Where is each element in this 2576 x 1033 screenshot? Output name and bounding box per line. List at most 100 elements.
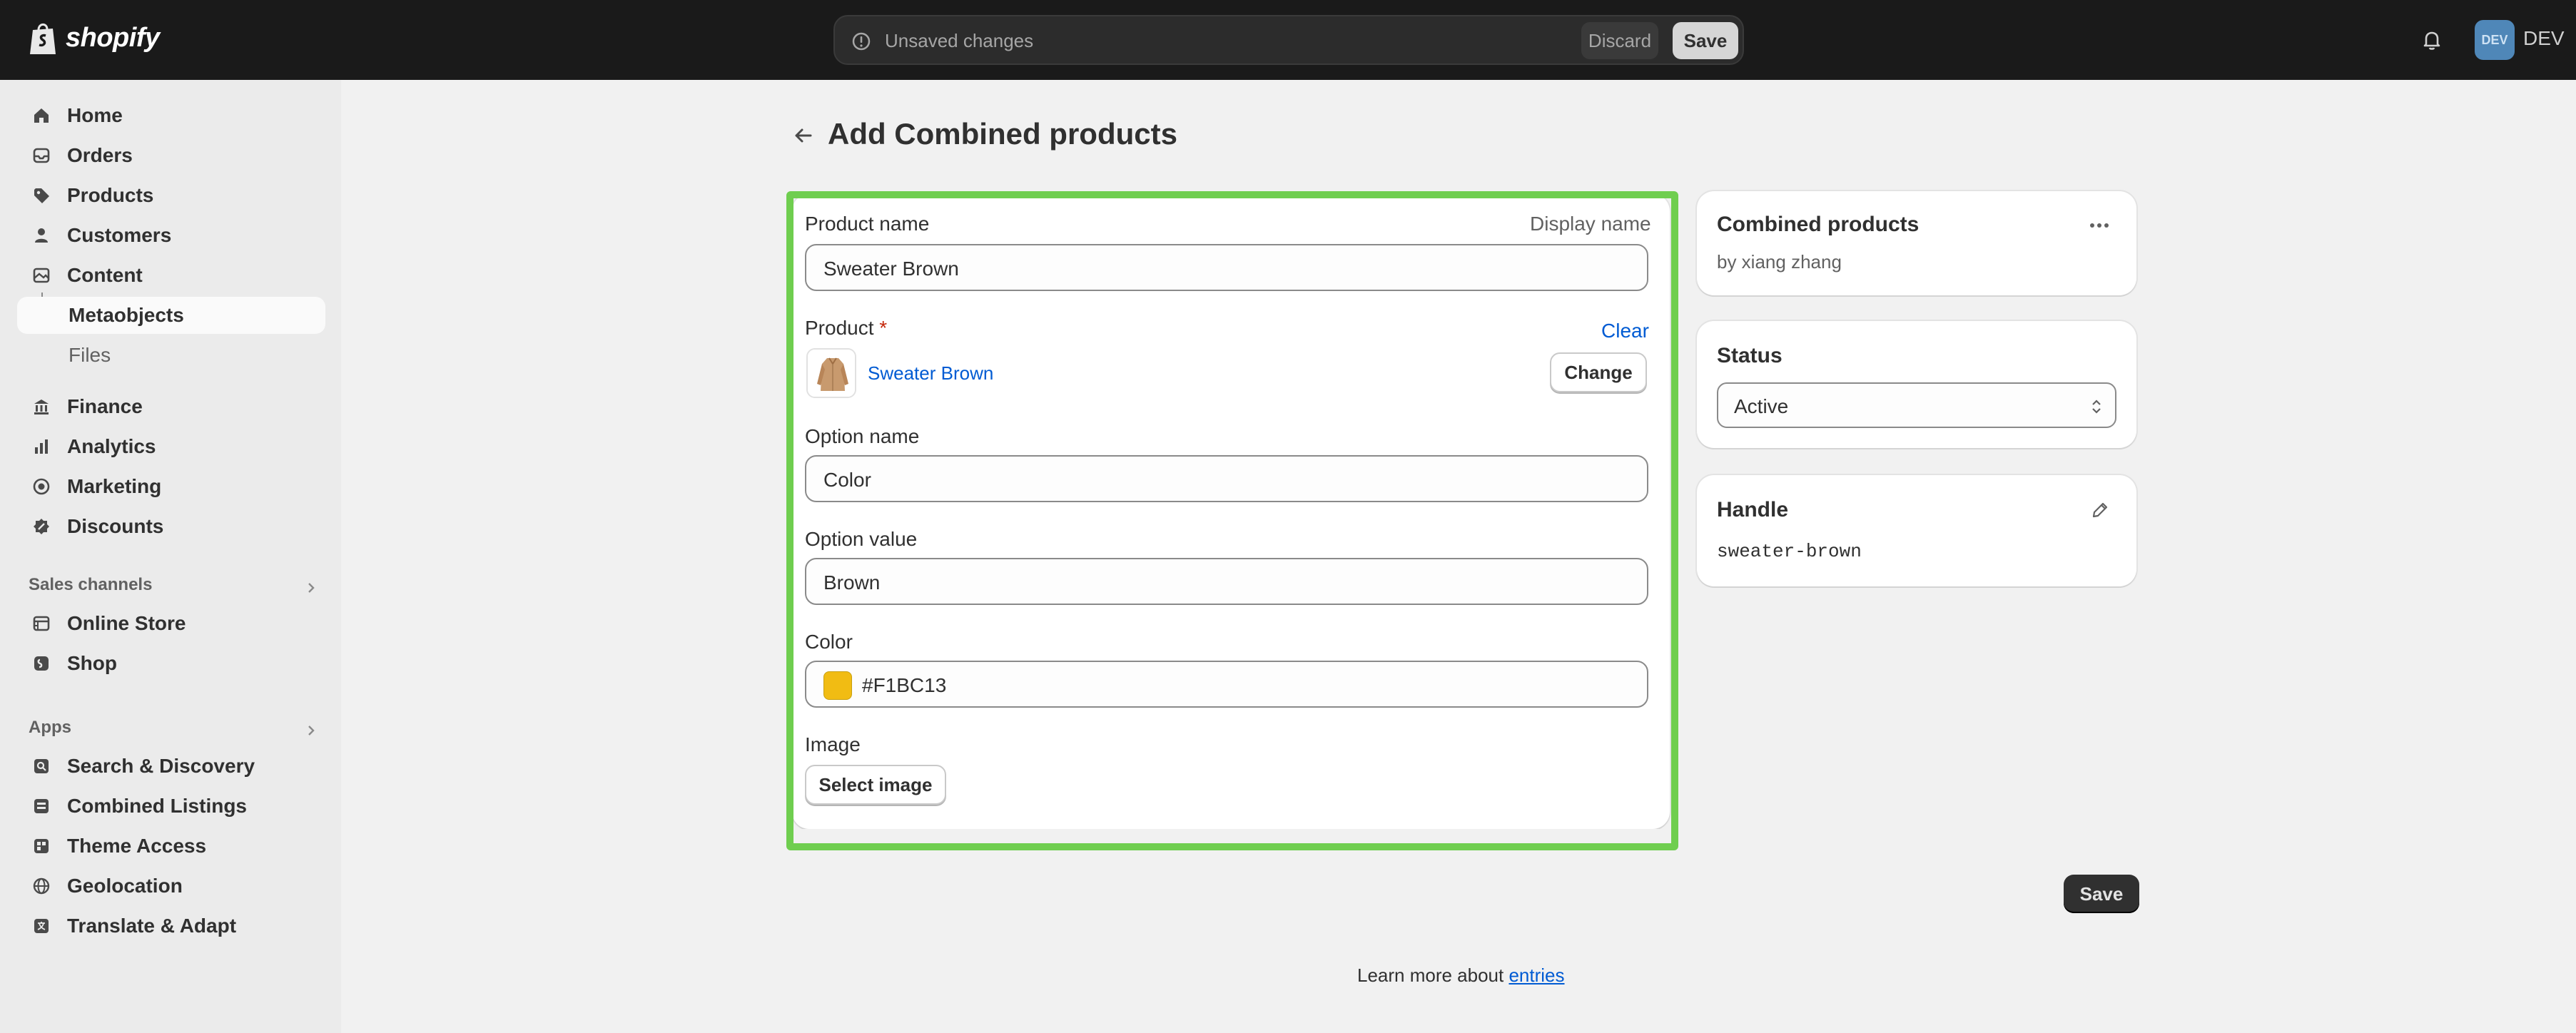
chart-icon [29, 434, 54, 459]
target-icon [29, 474, 54, 499]
more-horizontal-icon[interactable] [2086, 217, 2112, 234]
sidebar-item-marketing[interactable]: Marketing [17, 468, 325, 505]
sidebar-item-orders[interactable]: Orders [17, 137, 325, 174]
sidebar-item-discounts[interactable]: Discounts [17, 508, 325, 545]
handle-card [1697, 475, 2136, 586]
sidebar-item-label: Marketing [67, 475, 162, 497]
sidebar-item-content[interactable]: Content [17, 257, 325, 294]
sidebar-item-label: Content [67, 264, 143, 286]
discount-icon [29, 514, 54, 539]
edit-pencil-icon[interactable] [2089, 499, 2111, 521]
bell-icon[interactable] [2419, 27, 2445, 53]
save-entry-button[interactable]: Save [2064, 875, 2139, 913]
sidebar-item-label: Theme Access [67, 835, 207, 857]
select-chevron-icon [2092, 400, 2101, 414]
image-icon [29, 263, 54, 288]
app-theme-icon [29, 833, 54, 859]
top-bar: shopify Unsaved changes Discard Save DEV… [0, 0, 2576, 80]
store-name[interactable]: DEV [2523, 27, 2565, 50]
shopify-bag-icon [30, 23, 56, 54]
image-label: Image [805, 733, 861, 755]
sidebar-item-analytics[interactable]: Analytics [17, 428, 325, 465]
definition-card [1697, 191, 2136, 295]
app-search-icon [29, 753, 54, 779]
sidebar-item-home[interactable]: Home [17, 97, 325, 134]
learn-more-text: Learn more about entries [1357, 965, 1565, 987]
product-label: Product * [805, 317, 887, 340]
option-name-label: Option name [805, 425, 920, 447]
discard-button[interactable]: Discard [1581, 22, 1658, 59]
sidebar-item-label: Metaobjects [69, 304, 184, 326]
shop-icon [29, 651, 54, 676]
option-value-value: Brown [823, 571, 881, 594]
bank-icon [29, 394, 54, 419]
status-select[interactable]: Active [1717, 382, 2116, 428]
status-value: Active [1734, 395, 1789, 417]
unsaved-changes-text: Unsaved changes [885, 30, 1034, 51]
chevron-right-icon[interactable] [303, 579, 320, 596]
option-value-label: Option value [805, 528, 918, 550]
option-name-value: Color [823, 469, 871, 491]
sidebar-item-label: Finance [67, 395, 143, 417]
option-name-input[interactable]: Color [805, 455, 1648, 502]
change-product-button[interactable]: Change [1550, 352, 1647, 392]
avatar[interactable]: DEV [2475, 20, 2515, 60]
sidebar-item-theme-access[interactable]: Theme Access [17, 828, 325, 865]
select-image-button[interactable]: Select image [805, 765, 946, 805]
sidebar-item-label: Orders [67, 144, 133, 166]
product-name-value: Sweater Brown [823, 258, 959, 280]
sidebar-item-label: Files [69, 344, 111, 366]
sidebar-item-label: Products [67, 184, 154, 206]
color-input[interactable]: #F1BC13 [805, 661, 1648, 708]
sidebar-item-label: Analytics [67, 435, 156, 457]
color-value: #F1BC13 [862, 674, 947, 696]
sidebar-item-combined-listings[interactable]: Combined Listings [17, 788, 325, 825]
sidebar-item-shop[interactable]: Shop [17, 645, 325, 682]
sidebar-item-online-store[interactable]: Online Store [17, 605, 325, 642]
product-name-input[interactable]: Sweater Brown [805, 244, 1648, 291]
product-link[interactable]: Sweater Brown [868, 362, 993, 385]
back-arrow-icon[interactable] [789, 121, 818, 150]
product-label-text: Product [805, 317, 874, 339]
option-value-input[interactable]: Brown [805, 558, 1648, 605]
sidebar-item-products[interactable]: Products [17, 177, 325, 214]
sidebar-item-files[interactable]: Files [17, 337, 325, 374]
chevron-right-icon[interactable] [303, 722, 320, 739]
required-mark: * [879, 317, 888, 339]
person-icon [29, 223, 54, 248]
color-swatch[interactable] [823, 671, 852, 700]
definition-title: Combined products [1717, 213, 1920, 236]
product-thumbnail[interactable] [806, 348, 856, 398]
sales-channels-heading: Sales channels [29, 575, 153, 594]
apps-heading: Apps [29, 718, 71, 737]
sidebar-item-metaobjects[interactable]: Metaobjects [17, 297, 325, 334]
definition-author: by xiang zhang [1717, 251, 1842, 273]
product-name-label: Product name [805, 213, 930, 235]
sidebar-item-label: Customers [67, 224, 172, 246]
save-button[interactable]: Save [1673, 22, 1738, 59]
shopify-wordmark: shopify [66, 22, 160, 53]
home-icon [29, 103, 54, 128]
sidebar-item-search-discovery[interactable]: Search & Discovery [17, 748, 325, 785]
shopify-logo[interactable]: shopify [27, 20, 160, 56]
sidebar-item-finance[interactable]: Finance [17, 388, 325, 425]
sidebar-item-label: Shop [67, 652, 117, 674]
tag-icon [29, 183, 54, 208]
store-icon [29, 611, 54, 636]
sidebar-item-label: Online Store [67, 612, 186, 634]
sidebar-item-customers[interactable]: Customers [17, 217, 325, 254]
app-listing-icon [29, 793, 54, 819]
clear-button[interactable]: Clear [1601, 320, 1649, 342]
sidebar-item-geolocation[interactable]: Geolocation [17, 867, 325, 905]
app-translate-icon [29, 913, 54, 939]
handle-title: Handle [1717, 498, 1789, 521]
sidebar-item-translate-adapt[interactable]: Translate & Adapt [17, 907, 325, 945]
page-title: Add Combined products [828, 117, 1177, 151]
globe-icon [29, 873, 54, 899]
unsaved-changes-bar: Unsaved changes Discard Save [833, 15, 1744, 65]
entries-link[interactable]: entries [1508, 965, 1564, 986]
sidebar-item-label: Home [67, 104, 123, 126]
learn-more-prefix: Learn more about [1357, 965, 1509, 986]
sidebar-item-label: Translate & Adapt [67, 915, 237, 937]
status-title: Status [1717, 344, 1783, 367]
